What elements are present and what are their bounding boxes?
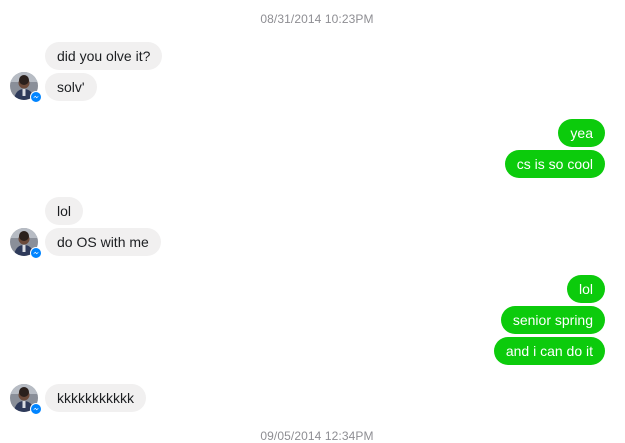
contact-avatar[interactable]: [10, 72, 42, 103]
contact-avatar[interactable]: [10, 384, 42, 415]
incoming-message[interactable]: kkkkkkkkkkk: [45, 384, 146, 412]
conversation-timestamp: 08/31/2014 10:23PM: [260, 12, 374, 26]
messenger-badge-icon: [30, 403, 42, 415]
outgoing-message[interactable]: senior spring: [500, 306, 605, 334]
incoming-message[interactable]: did you olve it?: [45, 42, 163, 70]
outgoing-message[interactable]: yea: [558, 119, 605, 147]
outgoing-message[interactable]: and i can do it: [493, 337, 605, 365]
messenger-badge-icon: [30, 247, 42, 259]
conversation-timestamp: 09/05/2014 12:34PM: [260, 429, 374, 443]
messenger-badge-icon: [30, 91, 42, 103]
outgoing-message[interactable]: lol: [566, 275, 605, 303]
incoming-message[interactable]: solv': [45, 73, 97, 101]
outgoing-message[interactable]: cs is so cool: [504, 150, 605, 178]
incoming-message[interactable]: lol: [45, 197, 84, 225]
incoming-message[interactable]: do OS with me: [45, 228, 161, 256]
contact-avatar[interactable]: [10, 228, 42, 259]
